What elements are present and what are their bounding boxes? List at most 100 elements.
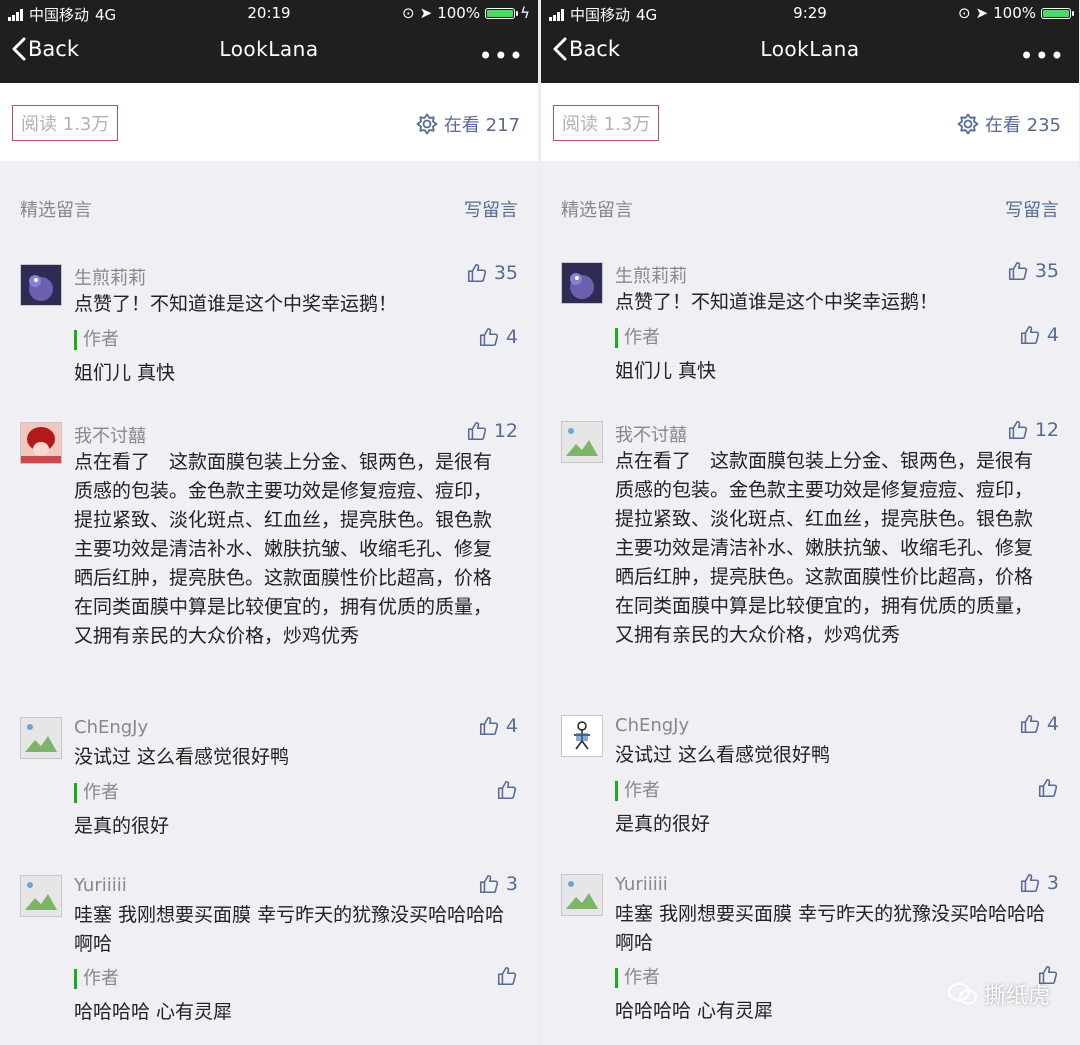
flower-icon [416, 113, 438, 135]
comment-text: 哇塞 我刚想要买面膜 幸亏昨天的犹豫没买哈哈哈哈啊哈 [615, 903, 1046, 954]
rotation-lock-icon: ⊙ [957, 4, 971, 22]
author-reply-text: 哈哈哈哈 心有灵犀 [615, 1000, 774, 1022]
read-count: 阅读 1.3万 [553, 105, 660, 141]
phone-screen-left: 中国移动 4G 20:19 ⊙ ➤ 100% ϟ Back LookLana •… [0, 0, 538, 1045]
battery-icon [485, 7, 519, 19]
thumbs-up-icon [467, 263, 486, 283]
comment-item: 生煎莉莉 35 点赞了！不知道谁是这个中奖幸运鹅！ 作者 4 姐们儿 真快 [20, 262, 518, 394]
comment-nickname: ChEngJy [74, 717, 149, 738]
like-count: 3 [505, 873, 518, 895]
comment-item: 我不讨囍 12 点在看了 这款面膜包装上分金、银两色，是很有质感的包装。金色款主… [20, 420, 518, 692]
status-bar: 中国移动 4G 20:19 ⊙ ➤ 100% ϟ [0, 0, 538, 27]
comment-nickname: 生煎莉莉 [615, 266, 687, 287]
comment-item: ChEngJy 4 没试过 这么看感觉很好鸭 作者 是真的很好 [20, 715, 518, 847]
phone-screen-right: 中国移动 4G 9:29 ⊙ ➤ 100% Back LookLana ••• … [541, 0, 1079, 1045]
reply-like-button[interactable]: 4 [478, 326, 518, 348]
like-button[interactable]: 12 [1007, 419, 1059, 441]
avatar[interactable] [20, 717, 62, 759]
reply-like-button[interactable] [496, 965, 518, 987]
reply-like-count: 4 [505, 326, 518, 348]
author-reply-tag: 作者 [615, 328, 660, 348]
avatar[interactable] [561, 874, 603, 916]
watermark: 撕纸虎 [947, 978, 1050, 1010]
page-title: LookLana [760, 37, 860, 61]
author-reply-text: 姐们儿 真快 [615, 360, 717, 382]
watermark-text: 撕纸虎 [983, 984, 1050, 1009]
location-icon: ➤ [975, 4, 989, 22]
author-reply-tag: 作者 [615, 968, 660, 988]
page-title: LookLana [219, 37, 319, 61]
thumbs-up-icon [1020, 714, 1040, 734]
comment-item: ChEngJy 4 没试过 这么看感觉很好鸭 作者 是真的很好 [561, 713, 1059, 845]
author-reply-tag: 作者 [74, 783, 119, 803]
avatar[interactable] [561, 715, 603, 757]
charging-icon: ϟ [520, 4, 530, 22]
thumbs-up-icon [1020, 325, 1040, 345]
author-reply-text: 是真的很好 [615, 813, 711, 835]
like-button[interactable]: 12 [466, 420, 518, 442]
flower-icon [957, 113, 979, 135]
comment-nickname: Yuriiiii [615, 874, 668, 895]
reply-like-button[interactable]: 4 [1019, 324, 1059, 346]
reply-like-button[interactable] [496, 779, 518, 801]
thumbs-up-icon [497, 966, 517, 986]
featured-comments-title: 精选留言 [561, 200, 633, 221]
avatar[interactable] [561, 421, 603, 463]
battery-percent: 100% [993, 4, 1036, 22]
thumbs-up-icon [1020, 873, 1040, 893]
avatar[interactable] [20, 264, 62, 306]
author-reply-tag: 作者 [74, 330, 119, 350]
watching-button[interactable]: 在看 217 [416, 111, 520, 137]
comments-header: 精选留言 写留言 [20, 196, 518, 222]
thumbs-up-icon [467, 421, 486, 441]
reply-like-button[interactable] [1037, 777, 1059, 799]
thumbs-up-icon [479, 874, 499, 894]
avatar[interactable] [20, 422, 62, 464]
more-button[interactable]: ••• [1020, 42, 1065, 70]
watching-button[interactable]: 在看 235 [957, 111, 1061, 137]
reply-like-count: 4 [1046, 324, 1059, 346]
thumbs-up-icon [479, 327, 499, 347]
write-comment-button[interactable]: 写留言 [1005, 196, 1059, 222]
like-button[interactable]: 35 [1007, 260, 1059, 282]
comment-nickname: ChEngJy [615, 715, 690, 736]
like-count: 12 [493, 420, 518, 442]
nav-bar: Back LookLana ••• [0, 27, 538, 83]
comment-text: 哇塞 我刚想要买面膜 幸亏昨天的犹豫没买哈哈哈哈啊哈 [74, 904, 505, 955]
comment-text: 点在看了 这款面膜包装上分金、银两色，是很有质感的包装。金色款主要功效是修复痘痘… [74, 451, 493, 647]
author-reply-text: 姐们儿 真快 [74, 362, 176, 384]
watching-count: 在看 217 [443, 115, 520, 136]
like-button[interactable]: 3 [1019, 872, 1059, 894]
location-icon: ➤ [419, 4, 433, 22]
comment-text: 没试过 这么看感觉很好鸭 [74, 746, 290, 768]
thumbs-up-icon [1038, 778, 1058, 798]
thumbs-up-icon [497, 780, 517, 800]
comments-header: 精选留言 写留言 [561, 196, 1059, 222]
more-button[interactable]: ••• [479, 42, 524, 70]
read-stats-bar: 阅读 1.3万 在看 235 [541, 83, 1079, 161]
rotation-lock-icon: ⊙ [402, 4, 415, 22]
nav-bar: Back LookLana ••• [541, 27, 1079, 83]
comment-text: 没试过 这么看感觉很好鸭 [615, 744, 831, 766]
avatar[interactable] [20, 875, 62, 917]
like-button[interactable]: 4 [1019, 713, 1059, 735]
thumbs-up-icon [1008, 261, 1027, 281]
read-stats-bar: 阅读 1.3万 在看 217 [0, 83, 538, 161]
battery-percent: 100% [437, 4, 481, 22]
author-reply-text: 哈哈哈哈 心有灵犀 [74, 1001, 233, 1023]
author-reply-text: 是真的很好 [74, 815, 170, 837]
comment-item: Yuriiiii 3 哇塞 我刚想要买面膜 幸亏昨天的犹豫没买哈哈哈哈啊哈 作者… [20, 873, 518, 1035]
like-count: 35 [493, 262, 518, 284]
like-button[interactable]: 35 [466, 262, 518, 284]
status-bar: 中国移动 4G 9:29 ⊙ ➤ 100% [541, 0, 1079, 27]
like-count: 3 [1046, 872, 1059, 894]
thumbs-up-icon [1008, 420, 1027, 440]
like-button[interactable]: 4 [478, 715, 518, 737]
like-button[interactable]: 3 [478, 873, 518, 895]
like-count: 35 [1034, 260, 1059, 282]
comment-nickname: 我不讨囍 [615, 425, 687, 446]
battery-icon [1041, 7, 1074, 19]
watching-count: 在看 235 [984, 115, 1061, 136]
avatar[interactable] [561, 262, 603, 304]
write-comment-button[interactable]: 写留言 [464, 196, 518, 222]
